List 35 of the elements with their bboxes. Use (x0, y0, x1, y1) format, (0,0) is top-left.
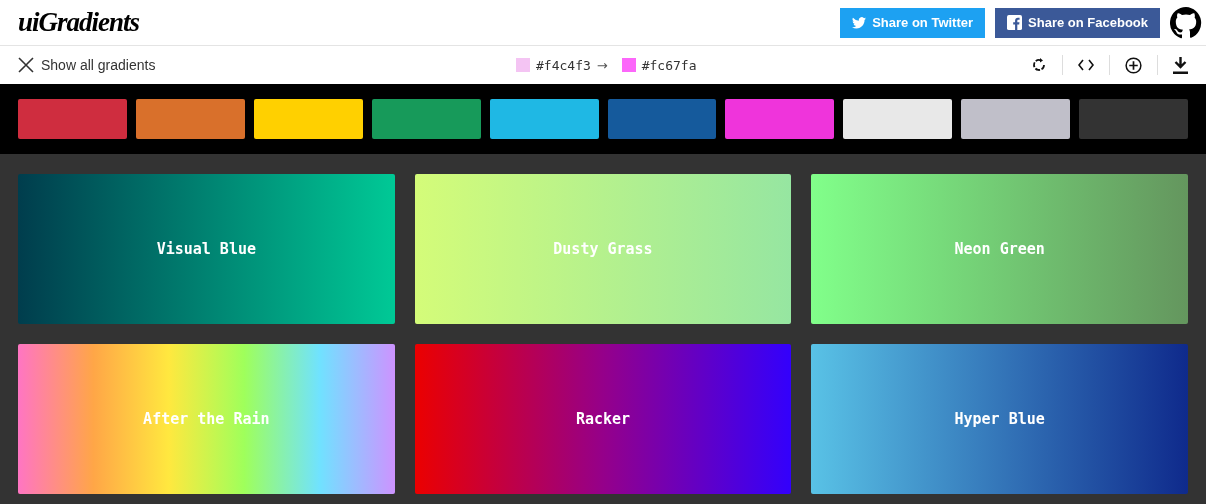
color-swatch[interactable] (843, 99, 953, 139)
color-swatch[interactable] (725, 99, 835, 139)
color-swatch[interactable] (1079, 99, 1189, 139)
github-icon[interactable] (1170, 6, 1202, 39)
gradient-name: After the Rain (143, 410, 270, 428)
color-swatch[interactable] (607, 99, 717, 139)
share-button[interactable]: Share on Twitter (840, 7, 986, 38)
f-icon (1007, 15, 1023, 30)
gradient-name: Hyper Blue (954, 410, 1045, 428)
gradient-name: Neon Green (954, 240, 1045, 258)
gradient-card[interactable]: Visual Blue (18, 174, 395, 324)
gradient-card[interactable]: Hyper Blue (811, 344, 1188, 494)
close-icon (18, 57, 34, 73)
color-swatch[interactable] (135, 99, 245, 139)
code-icon (1078, 59, 1094, 71)
gradient-name: Racker (575, 410, 631, 428)
color-swatch[interactable] (961, 99, 1071, 139)
gradient-name: Visual Blue (156, 240, 256, 258)
hex-code: #fc67fa (641, 57, 697, 73)
color-swatch[interactable] (18, 99, 127, 139)
arrow: → (596, 57, 608, 73)
hex-code: #f4c4f3 (536, 57, 591, 73)
bird-icon (852, 16, 867, 29)
gradient-name: Dusty Grass (553, 240, 653, 258)
gradient-card[interactable]: Racker (414, 344, 792, 494)
rotate-icon (1031, 57, 1047, 73)
download-button[interactable] (1157, 55, 1188, 75)
plus-circle-icon (1125, 56, 1142, 74)
color-swatch[interactable] (253, 99, 363, 139)
download-icon (1173, 56, 1188, 74)
color-swatch[interactable] (489, 99, 599, 139)
color-swatch[interactable] (371, 99, 481, 139)
share-button[interactable]: Share on Facebook (995, 7, 1160, 38)
show-all-gradients-button[interactable]: Show all gradients (18, 57, 156, 73)
logo[interactable]: uiGradients (18, 7, 140, 38)
